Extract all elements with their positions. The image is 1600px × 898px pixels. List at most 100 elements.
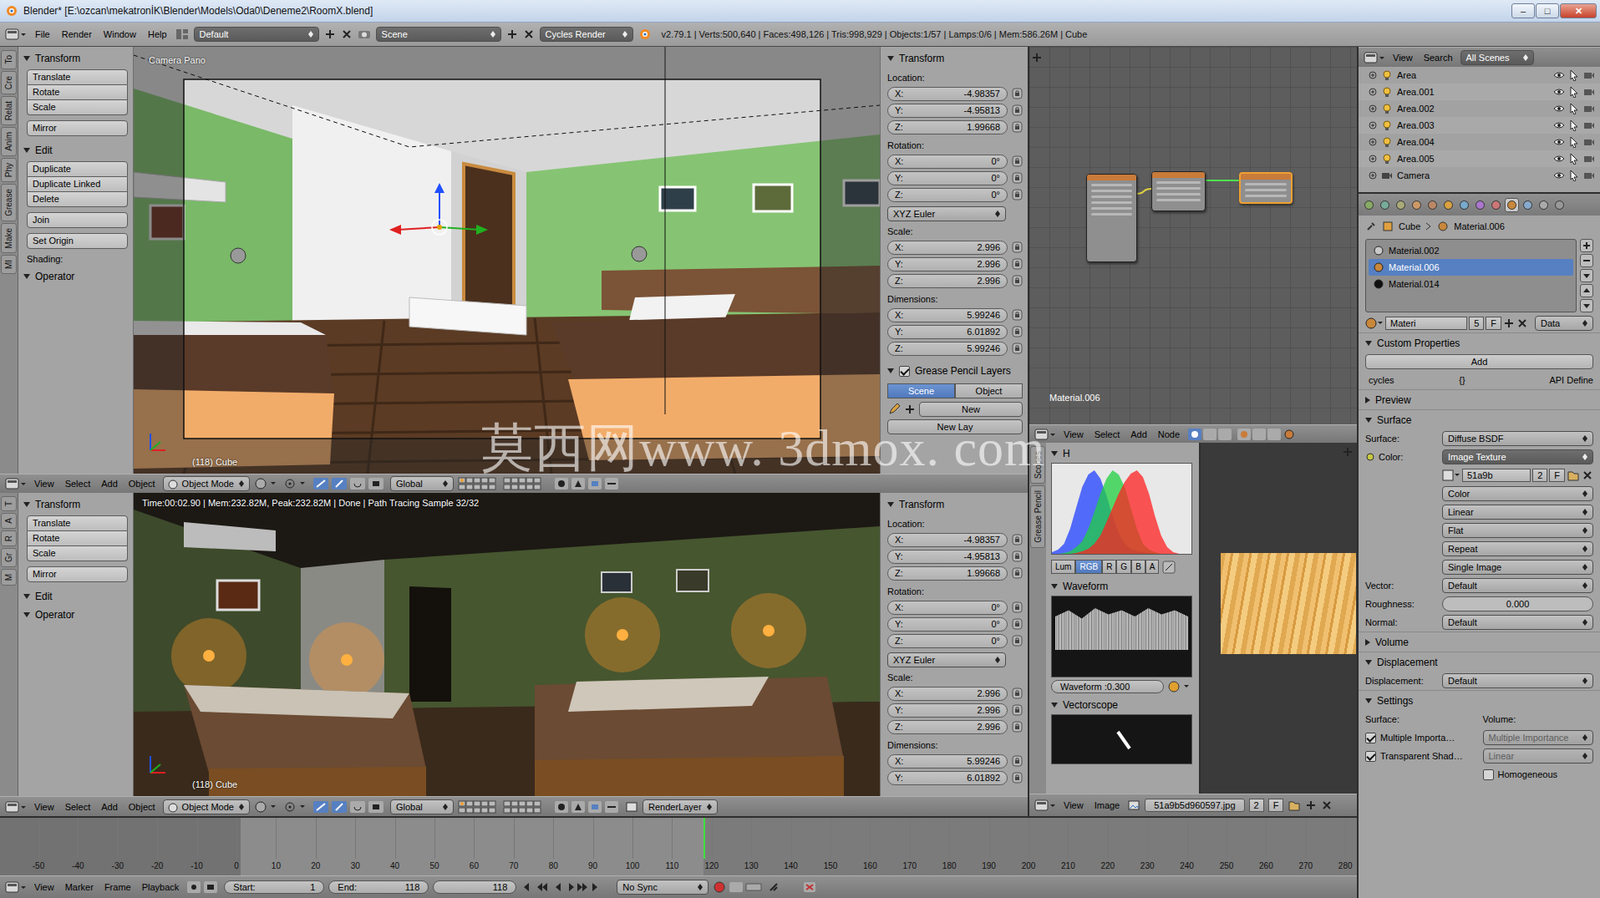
pin-icon[interactable]: [1365, 220, 1377, 233]
new-layer-button[interactable]: New Lay: [887, 419, 1023, 435]
selectable-cursor-icon[interactable]: [1569, 69, 1580, 82]
number-field[interactable]: Y:-4.95813: [887, 103, 1008, 118]
panel-header[interactable]: Vectorscope: [1051, 695, 1193, 715]
properties-tab[interactable]: [1488, 198, 1504, 213]
panel-header[interactable]: Transform: [887, 495, 1023, 514]
number-field[interactable]: Y:0°: [887, 617, 1008, 632]
properties-tab[interactable]: [1520, 198, 1535, 213]
tool-tab[interactable]: MI: [0, 254, 17, 275]
tool-button[interactable]: Scale: [26, 100, 128, 116]
shader-node[interactable]: [1086, 173, 1138, 263]
lock-icon[interactable]: [1011, 155, 1023, 168]
outliner-item[interactable]: Camera: [1358, 167, 1600, 184]
panel-header[interactable]: Edit: [23, 141, 128, 160]
outliner-item[interactable]: Area.004: [1358, 133, 1600, 151]
tool-tab[interactable]: To: [0, 50, 17, 70]
menu-item[interactable]: View: [30, 882, 58, 893]
properties-tab[interactable]: [1425, 198, 1440, 213]
minimize-button[interactable]: –: [1511, 3, 1535, 19]
expand-icon[interactable]: [1368, 71, 1377, 80]
tool-tab[interactable]: Cre: [0, 71, 17, 95]
record-keying-icons[interactable]: [712, 880, 763, 894]
lock-icon[interactable]: [1011, 618, 1023, 630]
log-scale-icon[interactable]: [1162, 560, 1176, 574]
number-field[interactable]: Z:0°: [887, 634, 1008, 649]
volume-dropdown[interactable]: Multiple Importance: [1483, 730, 1595, 746]
mode-dropdown[interactable]: Object Mode: [162, 799, 250, 815]
image-users[interactable]: 2: [1249, 798, 1265, 813]
expand-toggle[interactable]: [1365, 698, 1372, 704]
panel-header[interactable]: Grease Pencil Layers: [887, 361, 1023, 381]
editor-type-icon[interactable]: [1034, 798, 1057, 813]
expand-toggle[interactable]: [1051, 584, 1058, 590]
timeline[interactable]: -50-40-30-20-100102030405060708090100110…: [0, 816, 1357, 876]
panel-header[interactable]: Displacement: [1358, 651, 1600, 672]
lock-icon[interactable]: [1011, 274, 1023, 287]
expand-icon[interactable]: [1368, 121, 1377, 130]
add-icon[interactable]: [324, 28, 336, 41]
setting-checkbox[interactable]: Multiple Importa…: [1365, 728, 1477, 747]
checkbox[interactable]: [1483, 769, 1494, 781]
lock-icon[interactable]: [1011, 342, 1023, 355]
waveform-mode-icon[interactable]: [1167, 680, 1193, 694]
number-field[interactable]: Y:6.01892: [887, 771, 1008, 786]
lock-icon[interactable]: [1011, 188, 1023, 201]
lock-icon[interactable]: [1011, 687, 1023, 700]
renderable-icon[interactable]: [1583, 86, 1595, 98]
viewport-scene[interactable]: [133, 46, 880, 474]
tool-button[interactable]: Scale: [26, 546, 128, 562]
outliner-item[interactable]: Area.001: [1358, 83, 1600, 101]
sync-mode-dropdown[interactable]: No Sync: [616, 879, 709, 895]
expand-toggle[interactable]: [1051, 451, 1058, 457]
outliner-item[interactable]: Area.003: [1358, 116, 1600, 134]
preview-range-icons[interactable]: [186, 880, 220, 894]
render-engine-dropdown[interactable]: Cycles Render: [539, 26, 634, 42]
renderable-icon[interactable]: [1583, 119, 1595, 132]
menu-item[interactable]: Add: [97, 478, 122, 489]
channel-button[interactable]: R: [1102, 559, 1117, 574]
checkbox[interactable]: [1365, 751, 1377, 762]
volume-dropdown[interactable]: Linear: [1483, 748, 1595, 764]
render-layer-dropdown[interactable]: RenderLayer: [642, 799, 718, 815]
property-dropdown[interactable]: Flat: [1442, 523, 1594, 539]
slot-button[interactable]: [1579, 238, 1594, 253]
expand-icon[interactable]: [1368, 87, 1377, 97]
panel-header[interactable]: Transform: [23, 49, 128, 68]
current-frame-line[interactable]: [703, 817, 706, 859]
outliner-item[interactable]: Area.005: [1358, 150, 1600, 168]
tool-tab[interactable]: R: [0, 530, 17, 547]
properties-tab[interactable]: [1552, 198, 1567, 213]
editor-type-icon[interactable]: [5, 880, 27, 894]
tool-button[interactable]: Translate: [26, 515, 128, 532]
selectable-cursor-icon[interactable]: [1569, 86, 1580, 98]
breadcrumb-item[interactable]: Cube: [1398, 221, 1421, 232]
menu-item[interactable]: View: [1060, 429, 1087, 440]
visibility-eye-icon[interactable]: [1553, 119, 1565, 132]
viewport-shading-icon[interactable]: [253, 800, 280, 814]
renderable-icon[interactable]: [1583, 152, 1595, 165]
property-dropdown[interactable]: Single Image: [1442, 559, 1594, 575]
selectable-cursor-icon[interactable]: [1569, 102, 1580, 115]
channel-button[interactable]: G: [1116, 559, 1132, 574]
visibility-eye-icon[interactable]: [1553, 152, 1565, 165]
editor-type-icon[interactable]: [5, 800, 27, 814]
number-field[interactable]: X:5.99246: [887, 308, 1008, 323]
panel-header[interactable]: Edit: [23, 587, 128, 606]
manipulator-icons[interactable]: [312, 477, 387, 491]
rotation-mode-dropdown[interactable]: XYZ Euler: [887, 652, 1006, 668]
editor-type-icon[interactable]: [1363, 50, 1386, 65]
tool-button[interactable]: Mirror: [26, 566, 128, 583]
outliner-item[interactable]: Area: [1358, 66, 1600, 84]
shader-node[interactable]: [1239, 172, 1293, 204]
pivot-point-icon[interactable]: [283, 800, 309, 814]
start-frame-field[interactable]: Start:1: [223, 880, 325, 894]
lock-icon[interactable]: [1011, 241, 1023, 254]
menu-item[interactable]: Window: [100, 29, 140, 40]
snap-render-icons[interactable]: [553, 800, 621, 814]
properties-tab[interactable]: [1457, 198, 1472, 213]
render-result[interactable]: [133, 492, 880, 797]
property-dropdown[interactable]: Image Texture: [1442, 449, 1594, 465]
3d-view[interactable]: Time:00:02.90 | Mem:232.82M, Peak:232.82…: [133, 492, 880, 797]
renderable-icon[interactable]: [1583, 169, 1595, 182]
tool-button[interactable]: Set Origin: [26, 233, 128, 249]
